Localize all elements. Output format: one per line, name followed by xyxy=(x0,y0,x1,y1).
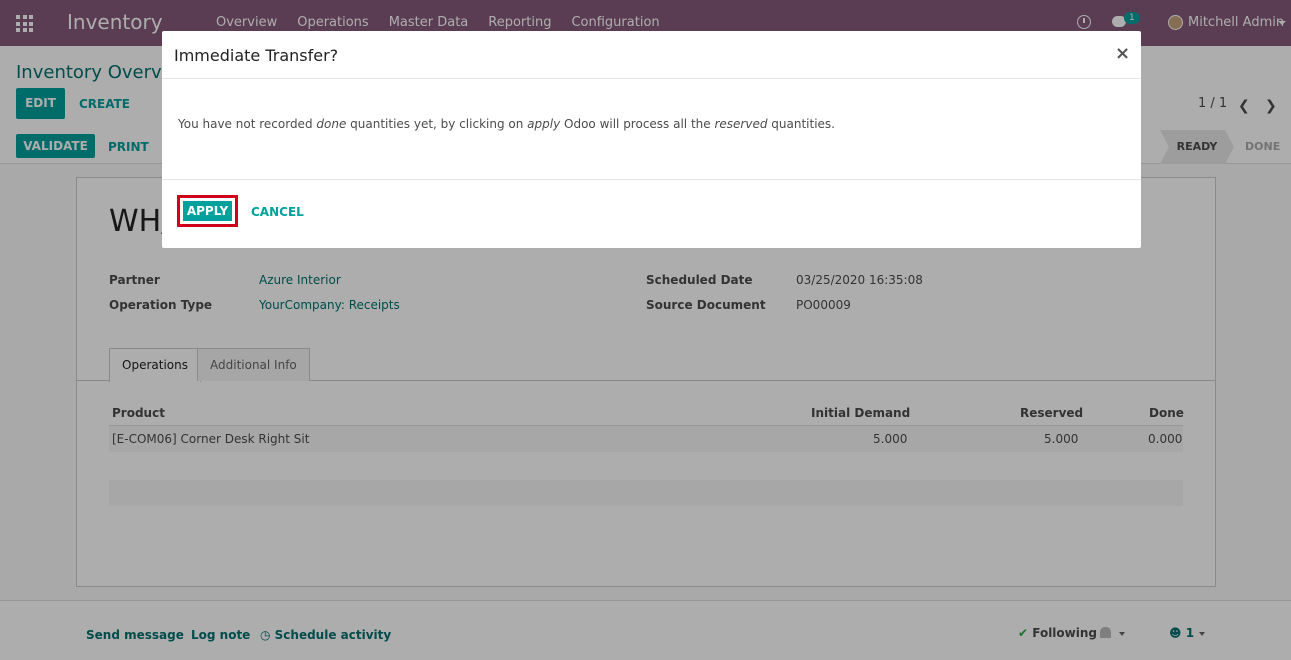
message-text: quantities yet, by clicking on xyxy=(346,117,528,131)
modal-footer: APPLY CANCEL xyxy=(162,179,1141,248)
message-text: quantities. xyxy=(767,117,835,131)
immediate-transfer-dialog: Immediate Transfer? × You have not recor… xyxy=(162,31,1141,248)
apply-highlight-box: APPLY xyxy=(177,195,238,227)
modal-header: Immediate Transfer? × xyxy=(162,31,1141,79)
modal-title: Immediate Transfer? xyxy=(174,46,339,65)
message-emphasis-reserved: reserved xyxy=(714,117,768,131)
modal-message: You have not recorded done quantities ye… xyxy=(178,117,835,131)
close-icon[interactable]: × xyxy=(1115,43,1130,64)
apply-button[interactable]: APPLY xyxy=(183,201,232,221)
cancel-button[interactable]: CANCEL xyxy=(251,205,304,219)
message-emphasis-done: done xyxy=(316,117,347,131)
message-text: Odoo will process all the xyxy=(560,117,715,131)
message-emphasis-apply: apply xyxy=(527,117,561,131)
message-text: You have not recorded xyxy=(178,117,317,131)
